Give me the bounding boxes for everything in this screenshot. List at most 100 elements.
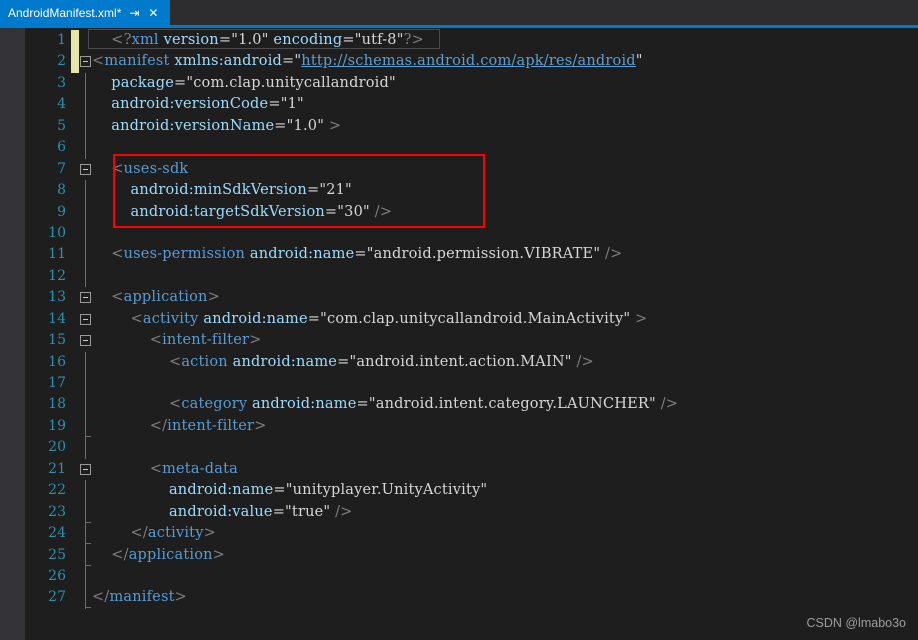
code-line[interactable]: 19 </intent-filter> xyxy=(0,415,918,438)
tab-strip: AndroidManifest.xml* ⇥ ✕ xyxy=(0,0,918,25)
code-line[interactable]: 23 android:value="true" /> xyxy=(0,501,918,524)
fold-guide-line xyxy=(85,72,86,95)
fold-guide-line xyxy=(85,437,86,459)
fold-collapse-icon[interactable] xyxy=(80,313,91,325)
code-line-text: <activity android:name="com.clap.unityca… xyxy=(130,310,648,327)
code-line[interactable]: 15 <intent-filter> xyxy=(0,330,918,351)
fold-guide-line xyxy=(85,373,86,395)
fold-guide-line xyxy=(85,222,86,245)
code-line-text: </manifest> xyxy=(92,589,187,606)
code-line[interactable]: 16 <action android:name="android.intent.… xyxy=(0,351,918,373)
code-line-text: <category android:name="android.intent.c… xyxy=(168,396,679,413)
code-line[interactable]: 3 package="com.clap.unitycallandroid" xyxy=(0,72,918,95)
code-line-text: <application> xyxy=(111,289,220,306)
line-number: 21 xyxy=(48,460,66,477)
line-number: 11 xyxy=(48,246,66,263)
code-editor-window: AndroidManifest.xml* ⇥ ✕ 1 <?xml version… xyxy=(0,0,918,640)
line-number: 7 xyxy=(57,160,66,177)
code-line-text: android:versionName="1.0" > xyxy=(111,117,342,134)
fold-collapse-icon[interactable] xyxy=(80,335,91,347)
tab-android-manifest[interactable]: AndroidManifest.xml* ⇥ ✕ xyxy=(0,0,170,25)
line-number: 16 xyxy=(48,353,66,370)
code-line[interactable]: 4 android:versionCode="1" xyxy=(0,94,918,116)
fold-guide-line xyxy=(85,94,86,116)
line-number: 15 xyxy=(48,332,66,349)
line-number: 25 xyxy=(48,546,66,563)
line-number: 2 xyxy=(57,53,66,70)
fold-collapse-icon[interactable] xyxy=(80,463,91,475)
fold-collapse-icon[interactable] xyxy=(80,56,91,68)
editor-surface[interactable]: 1 <?xml version="1.0" encoding="utf-8"?>… xyxy=(0,28,918,640)
line-number: 26 xyxy=(48,567,66,584)
line-number: 24 xyxy=(48,525,66,542)
code-lines-container: 1 <?xml version="1.0" encoding="utf-8"?>… xyxy=(0,30,918,609)
fold-region-end-marker xyxy=(85,415,91,438)
fold-collapse-icon[interactable] xyxy=(80,163,91,175)
fold-guide-line xyxy=(85,351,86,373)
code-line[interactable]: 1 <?xml version="1.0" encoding="utf-8"?> xyxy=(0,30,918,52)
code-line[interactable]: 2 <manifest xmlns:android="http://schemas… xyxy=(0,51,918,73)
fold-guide-line xyxy=(85,244,86,266)
code-line[interactable]: 24 </activity> xyxy=(0,523,918,545)
code-line-text: <?xml version="1.0" encoding="utf-8"?> xyxy=(111,32,424,48)
code-line-text: android:minSdkVersion="21" xyxy=(130,182,352,199)
close-icon[interactable]: ✕ xyxy=(147,5,159,21)
line-number: 13 xyxy=(48,289,66,306)
code-line[interactable]: 22 android:name="unityplayer.UnityActivi… xyxy=(0,480,918,502)
code-line[interactable]: 5 android:versionName="1.0" > xyxy=(0,115,918,138)
code-line[interactable]: 25 </application> xyxy=(0,544,918,566)
line-number: 12 xyxy=(48,267,66,284)
code-line[interactable]: 14 <activity android:name="com.clap.unit… xyxy=(0,309,918,330)
line-number: 20 xyxy=(48,439,66,456)
fold-guide-line xyxy=(85,201,86,223)
code-line[interactable]: 17 xyxy=(0,373,918,395)
line-number: 9 xyxy=(57,203,66,220)
change-indicator-bar xyxy=(71,51,79,73)
code-line[interactable]: 13 <application> xyxy=(0,287,918,308)
code-line-text: <meta-data xyxy=(149,460,238,477)
line-number: 22 xyxy=(48,482,66,499)
code-line-text: <uses-permission android:name="android.p… xyxy=(111,246,623,263)
schema-url-link[interactable]: http://schemas.android.com/apk/res/andro… xyxy=(301,53,635,69)
code-line-text: <uses-sdk xyxy=(111,160,189,177)
line-number: 6 xyxy=(57,139,66,156)
code-line-text: android:name="unityplayer.UnityActivity" xyxy=(168,482,488,499)
pin-icon[interactable]: ⇥ xyxy=(128,5,140,21)
fold-guide-line xyxy=(85,137,86,159)
code-line-text: <action android:name="android.intent.act… xyxy=(168,353,594,370)
code-line[interactable]: 18 <category android:name="android.inten… xyxy=(0,394,918,416)
code-line-text: </application> xyxy=(111,546,226,563)
code-line[interactable]: 27 </manifest> xyxy=(0,587,918,609)
fold-region-end-marker xyxy=(85,501,91,524)
code-line[interactable]: 20 xyxy=(0,437,918,459)
code-line-text: <intent-filter> xyxy=(149,332,262,349)
code-line[interactable]: 6 xyxy=(0,137,918,159)
line-number: 5 xyxy=(57,117,66,134)
code-line[interactable]: 10 xyxy=(0,222,918,245)
line-number: 8 xyxy=(57,182,66,199)
code-line[interactable]: 9 android:targetSdkVersion="30" /> xyxy=(0,201,918,223)
line-number: 23 xyxy=(48,503,66,520)
code-line[interactable]: 21 <meta-data xyxy=(0,459,918,480)
code-line[interactable]: 8 android:minSdkVersion="21" xyxy=(0,180,918,202)
fold-collapse-icon[interactable] xyxy=(80,292,91,304)
code-line-text: <manifest xmlns:android="http://schemas.… xyxy=(92,53,643,70)
code-line[interactable]: 26 xyxy=(0,565,918,588)
line-number: 17 xyxy=(48,375,66,391)
line-number: 19 xyxy=(48,417,66,434)
line-number: 18 xyxy=(48,396,66,413)
fold-guide-line xyxy=(85,565,86,588)
fold-region-end-marker xyxy=(85,587,91,609)
fold-guide-line xyxy=(85,480,86,502)
code-line[interactable]: 11 <uses-permission android:name="androi… xyxy=(0,244,918,266)
line-number: 14 xyxy=(48,310,66,327)
code-line[interactable]: 12 xyxy=(0,265,918,288)
line-number: 4 xyxy=(57,96,66,113)
code-line-text: </activity> xyxy=(130,525,216,542)
code-line-text: android:value="true" /> xyxy=(168,503,353,520)
watermark-text: CSDN @lmabo3o xyxy=(806,616,906,630)
code-line-text: package="com.clap.unitycallandroid" xyxy=(111,74,396,91)
fold-region-end-marker xyxy=(85,544,91,566)
fold-guide-line xyxy=(85,394,86,416)
code-line[interactable]: 7 <uses-sdk xyxy=(0,159,918,180)
